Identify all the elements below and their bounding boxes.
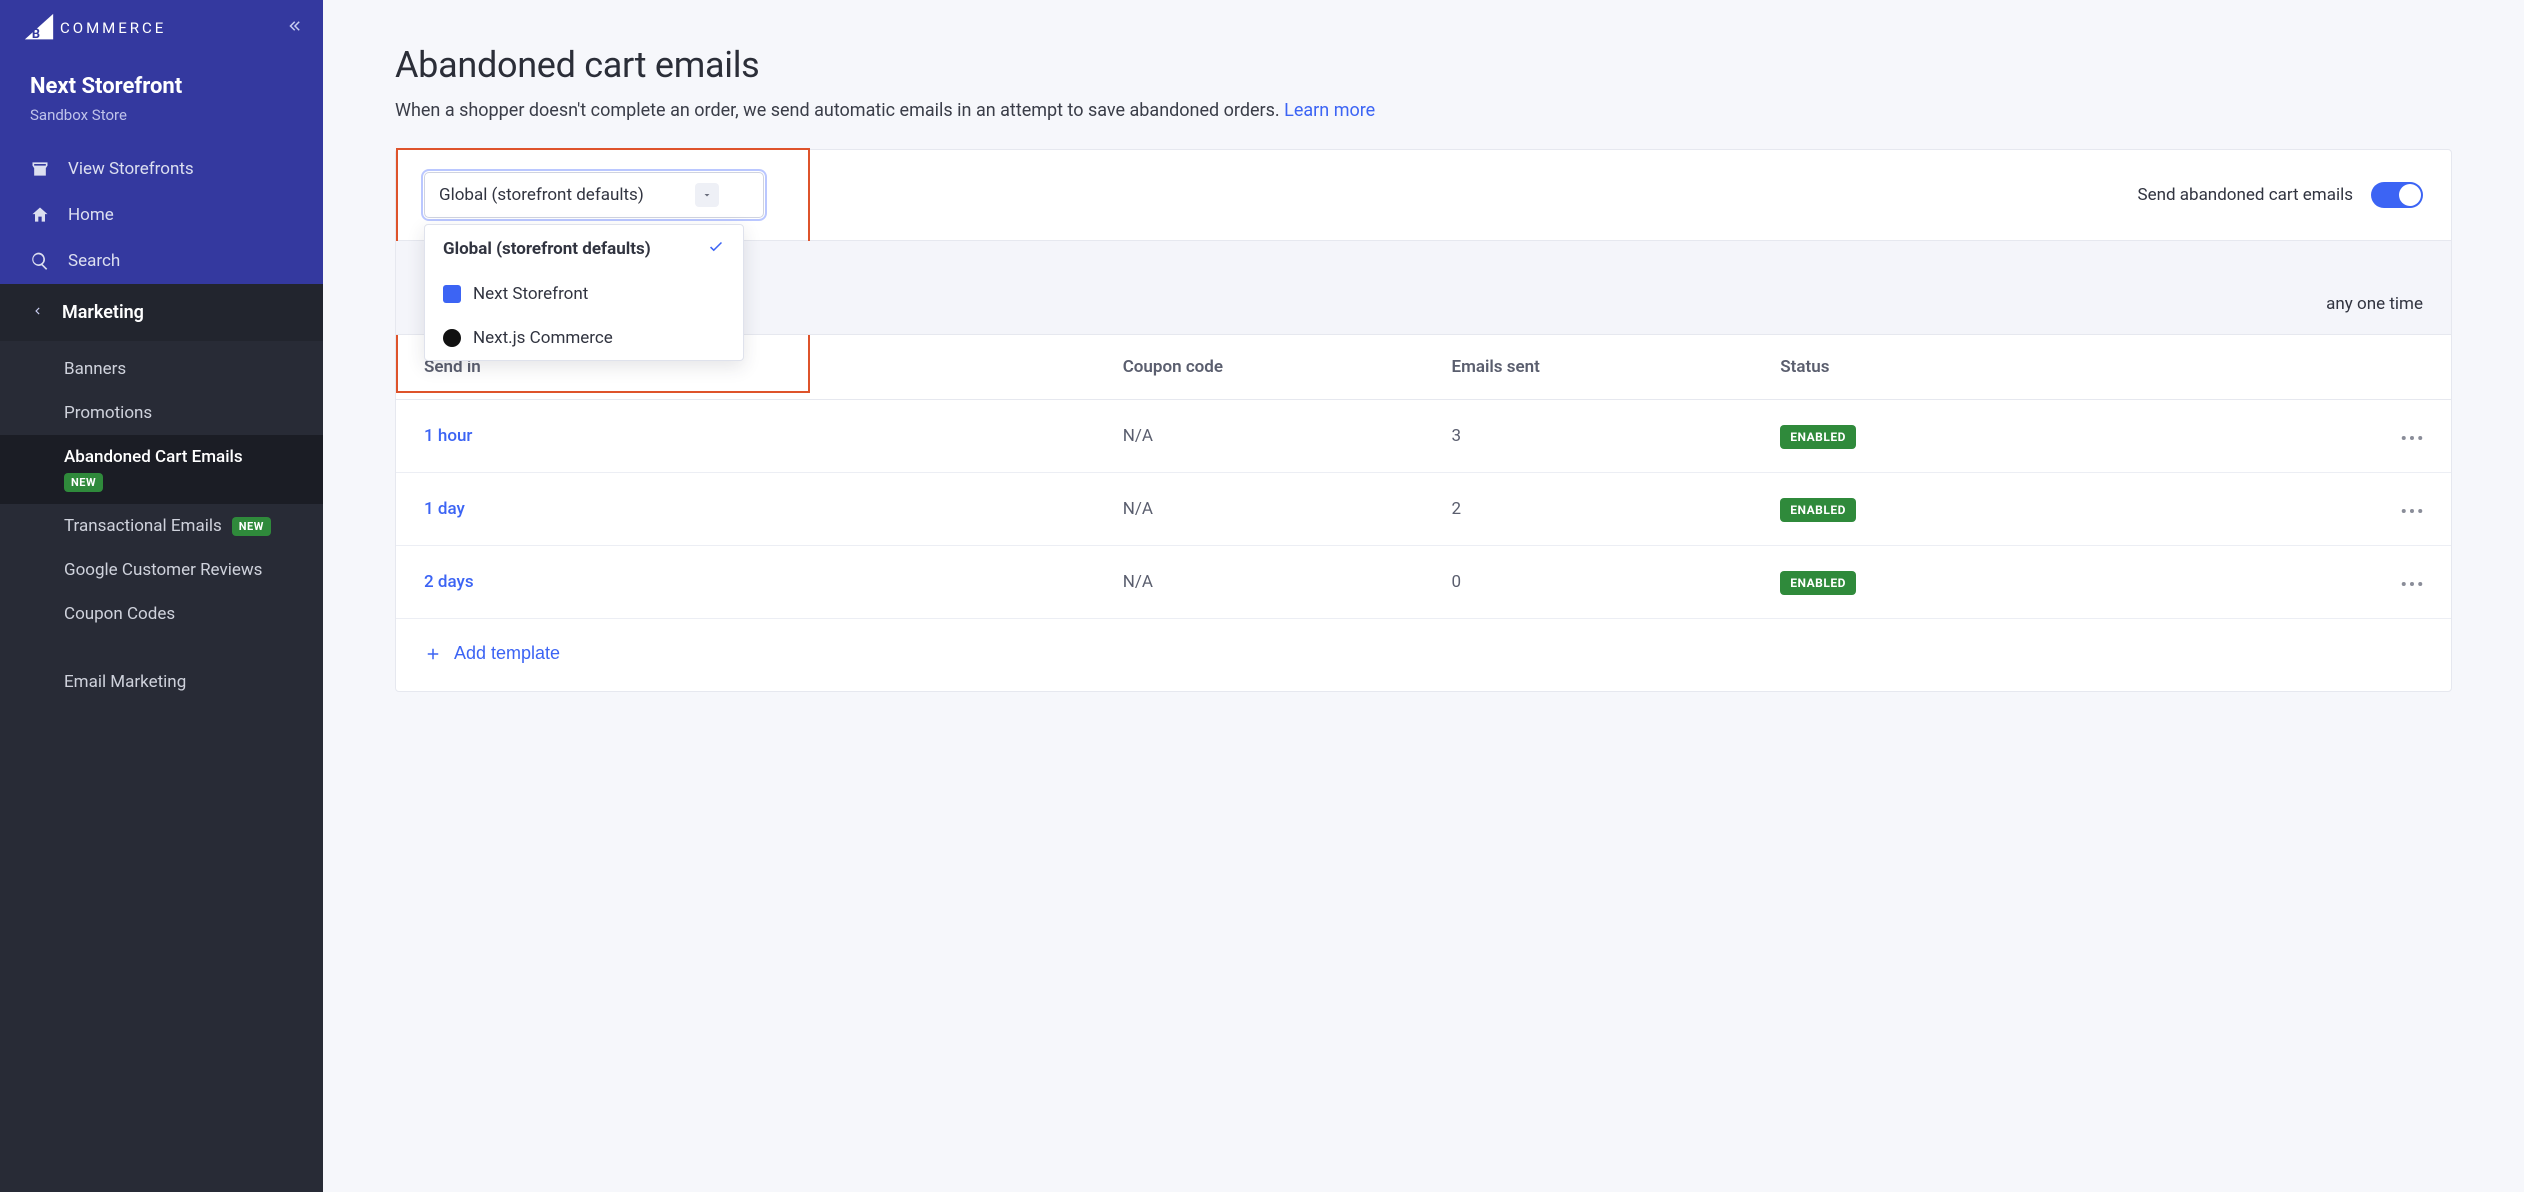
option-label: Next Storefront	[473, 284, 588, 304]
coupon-cell: N/A	[1095, 473, 1424, 546]
storefront-select-wrap: Global (storefront defaults) Global (sto…	[424, 172, 764, 218]
main-content: Abandoned cart emails When a shopper doe…	[323, 0, 2524, 1192]
storefront-icon	[443, 285, 461, 303]
marketing-submenu: Banners Promotions Abandoned Cart Emails…	[0, 341, 323, 1192]
dropdown-option-next-storefront[interactable]: Next Storefront	[425, 272, 743, 316]
sub-label: Banners	[64, 359, 126, 379]
col-coupon: Coupon code	[1095, 335, 1424, 400]
brand-name: COMMERCE	[60, 19, 166, 37]
row-actions-menu[interactable]	[2401, 572, 2423, 592]
learn-more-link[interactable]: Learn more	[1284, 100, 1375, 121]
nav-label: Home	[68, 205, 114, 225]
sub-email-marketing[interactable]: Email Marketing	[0, 660, 323, 704]
nav-home[interactable]: Home	[0, 192, 323, 238]
dropdown-option-global[interactable]: Global (storefront defaults)	[425, 225, 743, 272]
table-note-partial: any one time	[2326, 294, 2423, 314]
storefront-dropdown: Global (storefront defaults) Next Storef…	[424, 224, 744, 361]
home-icon	[30, 205, 50, 225]
send-in-link[interactable]: 2 days	[424, 572, 474, 592]
sub-label: Abandoned Cart Emails	[64, 447, 243, 467]
sub-coupon-codes[interactable]: Coupon Codes	[0, 592, 323, 636]
storefront-icon	[443, 329, 461, 347]
sent-cell: 3	[1423, 400, 1752, 473]
toggle-label: Send abandoned cart emails	[2137, 185, 2353, 205]
option-label: Global (storefront defaults)	[443, 239, 651, 259]
sent-cell: 0	[1423, 546, 1752, 619]
table-row: 1 hour N/A 3 ENABLED	[396, 400, 2451, 473]
templates-table: Send in Coupon code Emails sent Status 1…	[396, 335, 2451, 619]
sidebar-collapse-button[interactable]	[287, 17, 305, 39]
store-subtitle: Sandbox Store	[30, 106, 293, 124]
nav-label: View Storefronts	[68, 159, 194, 179]
new-badge: NEW	[64, 473, 103, 492]
toggle-knob	[2399, 184, 2421, 206]
primary-nav: View Storefronts Home Search	[0, 146, 323, 284]
send-emails-toggle[interactable]	[2371, 182, 2423, 208]
card-header: Global (storefront defaults) Global (sto…	[396, 150, 2451, 241]
new-badge: NEW	[232, 517, 271, 536]
sub-google-customer-reviews[interactable]: Google Customer Reviews	[0, 548, 323, 592]
send-emails-toggle-wrap: Send abandoned cart emails	[2137, 182, 2423, 208]
storefront-icon	[30, 159, 50, 179]
coupon-cell: N/A	[1095, 400, 1424, 473]
storefront-select[interactable]: Global (storefront defaults)	[424, 172, 764, 218]
send-in-link[interactable]: 1 day	[424, 499, 465, 519]
table-row: 1 day N/A 2 ENABLED	[396, 473, 2451, 546]
sidebar: B COMMERCE Next Storefront Sandbox Store…	[0, 0, 323, 1192]
add-template-button[interactable]: Add template	[424, 643, 560, 664]
sent-cell: 2	[1423, 473, 1752, 546]
nav-label: Search	[68, 251, 120, 271]
chevron-double-left-icon	[287, 17, 305, 35]
send-in-link[interactable]: 1 hour	[424, 426, 472, 446]
row-actions-menu[interactable]	[2401, 499, 2423, 519]
bigcommerce-logo-icon: B	[22, 11, 56, 45]
col-status: Status	[1752, 335, 2204, 400]
store-block: Next Storefront Sandbox Store	[0, 56, 323, 146]
status-badge: ENABLED	[1780, 498, 1856, 522]
nav-search[interactable]: Search	[0, 238, 323, 284]
sub-promotions[interactable]: Promotions	[0, 391, 323, 435]
sub-banners[interactable]: Banners	[0, 347, 323, 391]
section-label: Marketing	[62, 302, 144, 323]
sub-label: Google Customer Reviews	[64, 560, 262, 580]
page-description: When a shopper doesn't complete an order…	[395, 100, 2452, 121]
store-name: Next Storefront	[30, 74, 293, 100]
settings-card: Global (storefront defaults) Global (sto…	[395, 149, 2452, 692]
coupon-cell: N/A	[1095, 546, 1424, 619]
sub-abandoned-cart-emails[interactable]: Abandoned Cart Emails NEW	[0, 435, 323, 504]
caret-down-icon	[695, 183, 719, 207]
page-title: Abandoned cart emails	[395, 44, 2452, 86]
status-badge: ENABLED	[1780, 425, 1856, 449]
table-row: 2 days N/A 0 ENABLED	[396, 546, 2451, 619]
sub-label: Promotions	[64, 403, 152, 423]
row-actions-menu[interactable]	[2401, 426, 2423, 446]
status-badge: ENABLED	[1780, 571, 1856, 595]
page-description-text: When a shopper doesn't complete an order…	[395, 100, 1284, 121]
option-label: Next.js Commerce	[473, 328, 613, 348]
add-template-label: Add template	[454, 643, 560, 664]
storefront-select-value: Global (storefront defaults)	[439, 185, 644, 205]
sidebar-section-marketing[interactable]: Marketing	[0, 284, 323, 341]
svg-text:B: B	[32, 27, 42, 42]
sub-transactional-emails[interactable]: Transactional Emails NEW	[0, 504, 323, 548]
plus-icon	[424, 645, 442, 663]
sub-label: Email Marketing	[64, 672, 186, 692]
check-icon	[707, 237, 725, 260]
sub-label: Transactional Emails	[64, 516, 222, 536]
sub-label: Coupon Codes	[64, 604, 175, 624]
search-icon	[30, 251, 50, 271]
chevron-left-icon	[30, 302, 44, 323]
col-sent: Emails sent	[1423, 335, 1752, 400]
nav-view-storefronts[interactable]: View Storefronts	[0, 146, 323, 192]
dropdown-option-nextjs-commerce[interactable]: Next.js Commerce	[425, 316, 743, 360]
brand-logo: B COMMERCE	[22, 11, 166, 45]
